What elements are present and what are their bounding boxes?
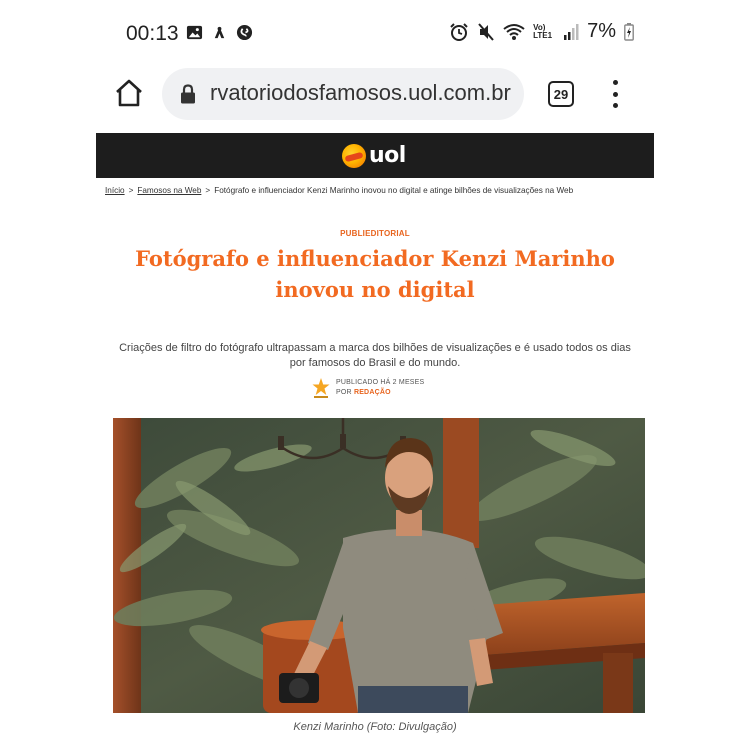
breadcrumb-separator: > [205,186,211,195]
browser-toolbar: rvatoriodosfamosos.uol.com.br 29 [96,64,654,126]
site-header: uol [96,133,654,178]
image-icon [186,25,203,40]
breadcrumb-separator: > [128,186,134,195]
phone-screen: 00:13 Vo) LTE1 7% rvatoriodosfamosos.uol… [96,0,654,750]
shazam-icon [236,24,253,41]
article-subtitle: Criações de filtro do fotógrafo ultrapas… [119,342,631,369]
article-headline: Fotógrafo e influenciador Kenzi Marinho … [135,246,615,302]
uol-logo-text: uol [369,143,406,168]
breadcrumb-link-home[interactable]: Início [105,186,125,195]
breadcrumb: Início > Famosos na Web > Fotógrafo e influe… [105,186,573,195]
signal-icon [564,23,579,40]
author-link[interactable]: REDAÇÃO [354,389,391,396]
wifi-icon [503,23,525,40]
photo-illustration [113,418,645,713]
breadcrumb-link-famosos[interactable]: Famosos na Web [137,186,201,195]
status-bar: 00:13 Vo) LTE1 7% [96,0,654,64]
by-label: POR [336,389,352,396]
address-bar[interactable]: rvatoriodosfamosos.uol.com.br [162,68,524,120]
publisher-star-icon [312,378,330,398]
home-icon[interactable] [114,78,144,108]
system-icons: Vo) LTE1 7% [449,20,634,43]
article-kicker: PUBLIEDITORIAL [340,229,410,238]
battery-charging-icon [624,22,634,41]
status-time: 00:13 [126,22,179,45]
wifi-hotspot-icon [214,26,225,39]
uol-logo[interactable]: uol [342,143,406,168]
byline-author-row: POR REDAÇÃO [336,388,424,398]
lock-icon [181,84,195,104]
overflow-menu-icon[interactable] [608,80,622,108]
volte-icon: Vo) LTE1 [533,22,553,40]
tab-switcher-button[interactable]: 29 [548,81,574,107]
article-photo [113,418,645,713]
breadcrumb-current: Fotógrafo e influenciador Kenzi Marinho … [214,186,574,195]
byline-text: PUBLICADO HÁ 2 MESES POR REDAÇÃO [336,378,424,398]
uol-sun-icon [342,143,366,168]
byline: PUBLICADO HÁ 2 MESES POR REDAÇÃO [312,377,424,399]
published-date: PUBLICADO HÁ 2 MESES [336,379,425,386]
alarm-icon [450,22,468,41]
mute-icon [478,22,494,41]
battery-level: 7% [587,20,616,42]
notification-icons [186,24,253,41]
url-text: rvatoriodosfamosos.uol.com.br [210,80,511,105]
photo-caption: Kenzi Marinho (Foto: Divulgação) [293,721,457,733]
